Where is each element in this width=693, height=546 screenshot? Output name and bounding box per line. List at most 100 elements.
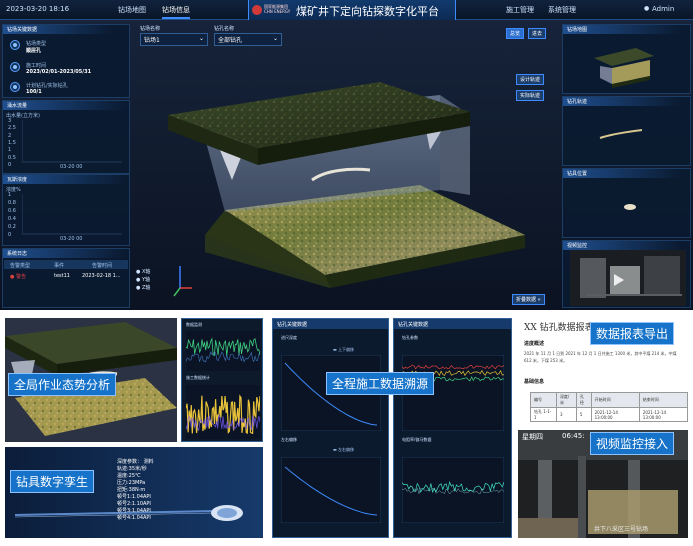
report-header-row: 编号 深度/米 孔径 开始时间 结束时间: [530, 392, 688, 408]
y-tick-label: 0.6: [8, 208, 16, 214]
y-tick-label: 0: [8, 232, 12, 238]
log-time: 2023-02-18 1...: [82, 273, 121, 279]
drill-params-subtitle: 钻孔参数: [402, 335, 418, 340]
nav-system-management[interactable]: 系统管理: [548, 5, 576, 15]
monitoring-shot: 数据监测 施工数据统计: [181, 318, 263, 442]
log-type-warning: ● 警告: [10, 274, 26, 280]
calendar-icon: [10, 62, 20, 72]
user-name[interactable]: Admin: [652, 5, 674, 13]
drill-type-icon: [10, 40, 20, 50]
double-chevron-right-icon: »: [537, 297, 541, 303]
y-tick-label: 2.5: [8, 125, 16, 132]
report-cell: 开始时间: [590, 392, 640, 408]
log-header-event: 事件: [54, 263, 65, 269]
y-tick-label: 0.8: [8, 200, 16, 206]
brand-logo-icon: [252, 5, 262, 15]
drill-type-value: 顺层孔: [26, 48, 42, 54]
y-tick-label: 0.4: [8, 216, 16, 222]
report-cell: 孔径: [575, 392, 592, 408]
gas-x-tick: 03-20 00: [60, 236, 83, 242]
trace-right-title: 钻孔关键数据: [398, 322, 429, 328]
work-time-value: 2023/02/01-2023/05/31: [26, 69, 92, 75]
water-x-tick: 03-20 00: [60, 164, 83, 170]
resistivity-chart: [402, 457, 504, 523]
report-cell: 深度/米: [555, 392, 577, 408]
mini-bottom-title: 施工数据统计: [186, 375, 210, 380]
report-table: 编号 深度/米 孔径 开始时间 结束时间 钻孔 1-1-1 3 5 2021-12-14 13:…: [530, 392, 688, 422]
panel-title: 钻孔轨迹: [563, 97, 683, 106]
report-cell: 2021-12-14 13:00:00: [590, 407, 640, 422]
drill-readout-line: 顿号4:1.04API: [117, 515, 151, 521]
caption-video-access: 视频监控接入: [590, 432, 675, 455]
panel-title: 视频监控: [563, 241, 683, 250]
drill-readout-line: 轨迹:35米/秒: [117, 466, 147, 472]
overview-button[interactable]: 总览: [506, 28, 525, 39]
top-bar: 2023-03-20 18:16 钻场地图 钻场信息 国家能源集团 CHN ENE…: [0, 0, 693, 20]
monitoring-line-chart: [186, 331, 260, 371]
drill-readout-line: 压力:23MPa: [117, 480, 146, 486]
report-paragraph: 2021 年 11 月 1 日到 2021 年 12 月 1 日共施工 1300…: [524, 351, 677, 363]
report-cell: 2021-12-14 13:00:00: [638, 407, 688, 422]
log-event: test11: [54, 273, 70, 279]
video-watermark: 井下八采区三号钻场: [594, 526, 649, 533]
report-title: XX 钻孔数据报表: [524, 323, 594, 333]
trace-right-shot: 钻孔关键数据 钻孔参数 电阻率/伽马数据: [393, 318, 512, 538]
y-tick-label: 1.5: [8, 140, 16, 146]
y-tick-label: 1: [8, 147, 12, 154]
drill-field-label: 钻场名称: [140, 26, 161, 32]
nav-construction-management[interactable]: 施工管理: [506, 5, 534, 15]
user-icon[interactable]: ●: [644, 5, 649, 12]
report-cell: 钻孔 1-1-1: [530, 407, 557, 422]
axis-x-label: ● X轴: [136, 269, 151, 275]
report-cell: 3: [555, 407, 577, 422]
report-cell: 编号: [530, 392, 557, 408]
datetime-text: 2023-03-20 18:16: [6, 5, 70, 13]
holes-count-value: 100/1: [26, 89, 42, 95]
caption-situational-analysis: 全局作业态势分析: [8, 373, 117, 396]
nav-drill-site-map[interactable]: 钻场地图: [118, 5, 146, 15]
y-tick-label: 0.5: [8, 154, 16, 161]
leftright-offset-chart: [281, 457, 381, 523]
brand-text: 国家能源集团 CHN ENERGY: [264, 4, 291, 14]
drill-hole-label: 钻孔名称: [214, 26, 235, 32]
trace-left-shot: 钻孔关键数据 进尺深度 ▬ 上下偏移 左右偏移 ▬ 左右偏移: [272, 318, 389, 538]
actual-track-button[interactable]: 实际轨迹: [516, 90, 545, 101]
caption-drill-twin: 钻具数字孪生: [10, 470, 95, 493]
y-tick-label: 0.2: [8, 224, 16, 230]
site-map-thumbnail: [594, 48, 654, 88]
drill-type-label: 钻场类型: [26, 41, 47, 47]
trace-left-title: 钻孔关键数据: [277, 322, 308, 328]
drill-hole-select[interactable]: 全部钻孔 ⌄: [214, 33, 282, 46]
log-header-type: 告警类型: [10, 263, 31, 269]
axis-z-label: ● Z轴: [136, 285, 151, 291]
panel-title: 系统日志: [3, 249, 128, 258]
holes-count-label: 计划钻孔/实际钻孔: [26, 83, 68, 89]
nav-drill-site-info[interactable]: 钻场信息: [162, 5, 190, 19]
water-flow-chart: [22, 120, 122, 163]
report-row: 钻孔 1-1-1 3 5 2021-12-14 13:00:00 2021-12-14 …: [530, 407, 688, 422]
report-cell: 结束时间: [638, 392, 688, 408]
panel-title: 瓦斯浓度: [3, 175, 128, 184]
panel-title: 涌水流量: [3, 101, 128, 110]
panel-title: 钻具位置: [563, 169, 683, 178]
video-day-label: 星期四: [522, 433, 543, 441]
panel-title: 钻场地图: [563, 25, 683, 34]
fold-data-button[interactable]: 折叠数据 »: [512, 294, 545, 305]
video-time-label: 06:45:: [562, 432, 585, 440]
design-track-button[interactable]: 设计轨迹: [516, 74, 545, 85]
mini-top-title: 数据监测: [186, 322, 202, 327]
inside-button[interactable]: 进去: [528, 28, 547, 39]
report-section-progress: 进度概述: [524, 341, 545, 347]
chevron-down-icon: ⌄: [198, 35, 204, 42]
report-section-basic: 基础信息: [524, 379, 545, 385]
y-tick-label: 1: [8, 192, 12, 198]
y-tick-label: 0: [8, 162, 12, 168]
video-thumbnail[interactable]: [570, 250, 686, 306]
drill-field-select[interactable]: 钻场1 ⌄: [140, 33, 208, 46]
leftright-subtitle: 左右偏移: [281, 437, 297, 442]
drill-readout-line: 深度参数： 测料: [117, 459, 154, 465]
y-tick-label: 2: [8, 132, 12, 139]
drill-readout-line: 顿号2:1.10API: [117, 501, 151, 507]
track-thumbnail: [599, 129, 643, 139]
dashboard-screenshot: 2023-03-20 18:16 钻场地图 钻场信息 国家能源集团 CHN ENE…: [0, 0, 693, 310]
